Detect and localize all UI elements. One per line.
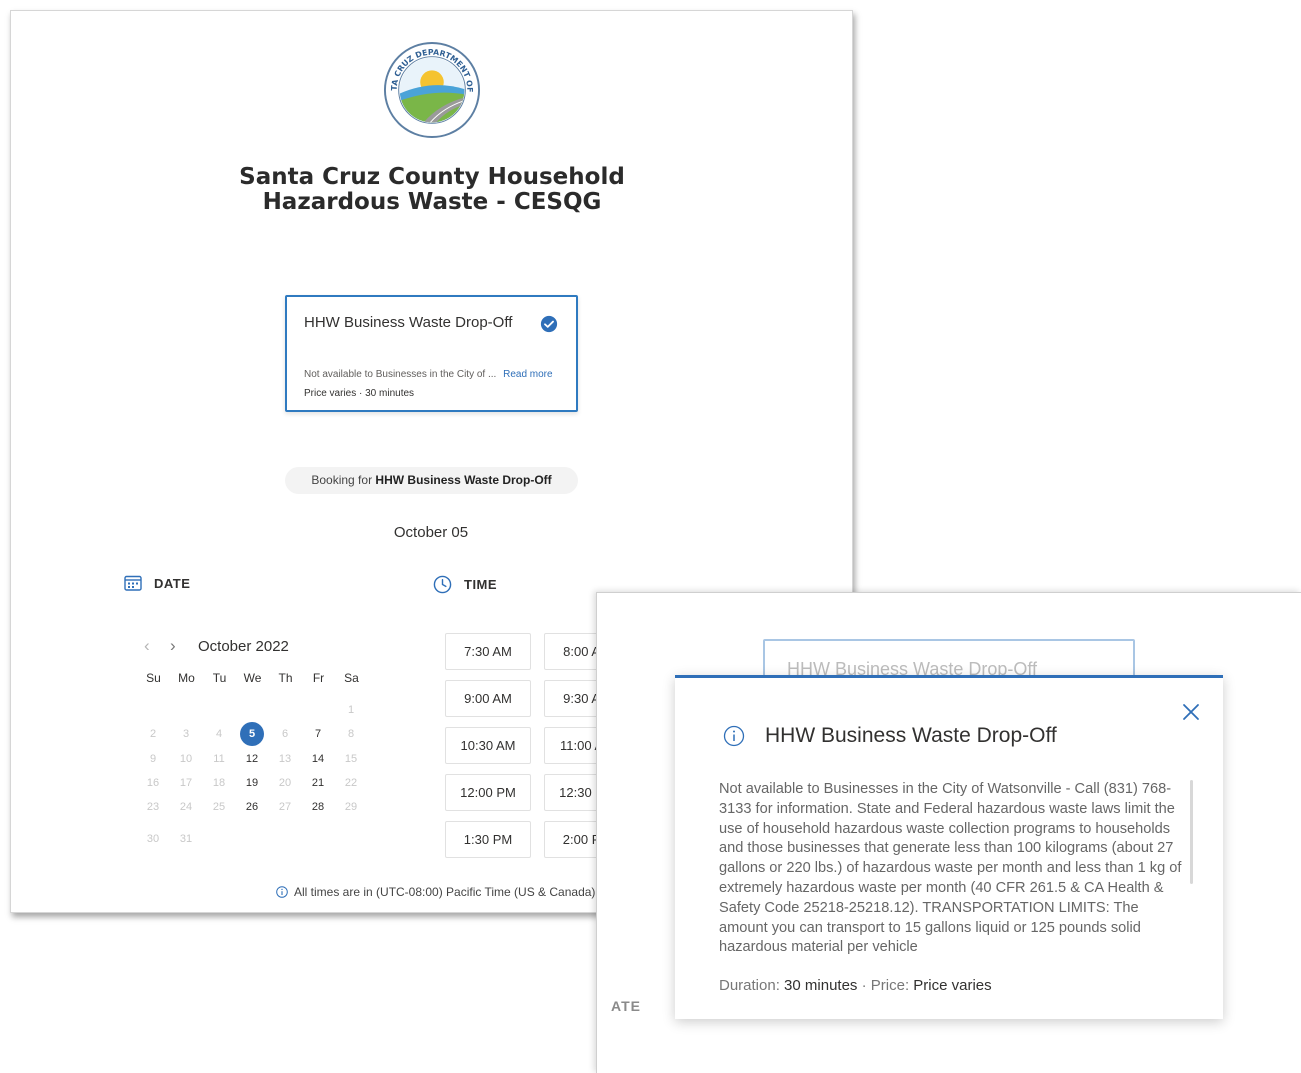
info-icon	[276, 886, 288, 898]
dialog-title-text: HHW Business Waste Drop-Off	[765, 724, 1057, 747]
calendar-day: 1	[347, 704, 355, 716]
calendar-day: 16	[146, 777, 160, 789]
service-card-name: HHW Business Waste Drop-Off	[304, 314, 513, 331]
weekday-label: Su	[146, 671, 161, 685]
calendar-day: 8	[347, 728, 355, 740]
calendar-day[interactable]: 28	[305, 796, 331, 818]
weekday-label: We	[243, 671, 262, 685]
calendar-day: 22	[344, 777, 358, 789]
date-section-label: DATE	[154, 575, 191, 591]
check-circle-icon	[540, 315, 558, 333]
calendar-day: 24	[179, 801, 193, 813]
duration-value: 30 minutes	[784, 977, 858, 994]
calendar-day: 15	[344, 753, 358, 765]
calendar-day-selected[interactable]: 5	[240, 722, 264, 746]
calendar-day: 17	[179, 777, 193, 789]
calendar-day: 13	[278, 753, 292, 765]
calendar-day: 3	[182, 728, 190, 740]
booking-for-pill: Booking for HHW Business Waste Drop-Off	[285, 467, 578, 494]
time-slot-button[interactable]: 12:00 PM	[445, 774, 531, 811]
close-icon[interactable]	[1179, 700, 1203, 724]
calendar-day: 6	[281, 728, 289, 740]
read-more-link[interactable]: Read more	[503, 369, 552, 380]
service-card-description: Not available to Businesses in the City …	[304, 369, 553, 380]
time-section-label: TIME	[464, 577, 498, 592]
calendar-day[interactable]: 14	[305, 748, 331, 770]
weekday-header: Su Mo Tu We Th Fr Sa	[137, 671, 368, 685]
county-public-works-logo: COUNTY OF SANTA CRUZ DEPARTMENT OF PUBLI…	[383, 41, 481, 139]
next-month-button[interactable]: ›	[170, 636, 196, 656]
calendar-day: 23	[146, 801, 160, 813]
calendar-month-label: October 2022	[198, 637, 289, 655]
service-card[interactable]: HHW Business Waste Drop-Off Not availabl…	[285, 295, 578, 412]
calendar-day: 2	[149, 728, 157, 740]
time-slot-button[interactable]: 10:30 AM	[445, 727, 531, 764]
time-slot-button[interactable]: 1:30 PM	[445, 821, 531, 858]
price-value: Price varies	[913, 977, 992, 994]
dialog-footer: Duration: 30 minutes · Price: Price vari…	[719, 977, 992, 994]
calendar-day: 4	[215, 728, 223, 740]
calendar-icon	[124, 575, 142, 591]
weekday-label: Mo	[178, 671, 195, 685]
info-icon	[723, 725, 745, 747]
time-slot-grid: 7:30 AM 8:00 AM 9:00 AM 9:30 AM 10:30 AM 11:0…	[445, 633, 630, 873]
previous-month-button[interactable]: ‹	[144, 636, 170, 656]
service-card-meta: Price varies · 30 minutes	[304, 388, 415, 399]
dialog-description: Not available to Businesses in the City …	[719, 781, 1182, 954]
calendar-day[interactable]: 19	[239, 772, 265, 794]
calendar-day[interactable]: 7	[305, 723, 331, 745]
weekday-label: Fr	[312, 671, 325, 685]
background-date-label: ATE	[611, 998, 641, 1014]
calendar-day: 10	[179, 753, 193, 765]
page-title: Santa Cruz County Household Hazardous Wa…	[239, 164, 625, 215]
calendar-day: 31	[179, 833, 193, 845]
dialog-title: HHW Business Waste Drop-Off	[723, 724, 1057, 748]
timezone-note: All times are in (UTC-08:00) Pacific Tim…	[276, 885, 595, 899]
weekday-label: Tu	[212, 671, 227, 685]
calendar-day: 9	[149, 753, 157, 765]
service-detail-window: HHW Business Waste Drop-Off ATE HHW Busi…	[596, 592, 1301, 1073]
weekday-label: Th	[278, 671, 293, 685]
time-section-header: TIME	[433, 575, 497, 594]
service-detail-dialog: HHW Business Waste Drop-Off Not availabl…	[675, 675, 1223, 1019]
booking-for-service: HHW Business Waste Drop-Off	[375, 473, 552, 487]
clock-icon	[433, 575, 452, 594]
dialog-scrollbar[interactable]	[1190, 780, 1193, 884]
calendar-navigation: ‹ › October 2022	[144, 636, 289, 656]
calendar-day: 25	[212, 801, 226, 813]
calendar-day: 27	[278, 801, 292, 813]
calendar-day[interactable]: 12	[239, 748, 265, 770]
calendar-day[interactable]: 26	[239, 796, 265, 818]
calendar-day: 29	[344, 801, 358, 813]
calendar-day: 30	[146, 833, 160, 845]
calendar-day[interactable]: 21	[305, 772, 331, 794]
selected-date-heading: October 05	[393, 524, 469, 541]
time-slot-button[interactable]: 9:00 AM	[445, 680, 531, 717]
time-slot-button[interactable]: 7:30 AM	[445, 633, 531, 670]
calendar-day: 18	[212, 777, 226, 789]
calendar-day: 11	[213, 753, 225, 765]
date-section-header: DATE	[124, 575, 190, 591]
calendar-day: 20	[278, 777, 292, 789]
weekday-label: Sa	[344, 671, 359, 685]
